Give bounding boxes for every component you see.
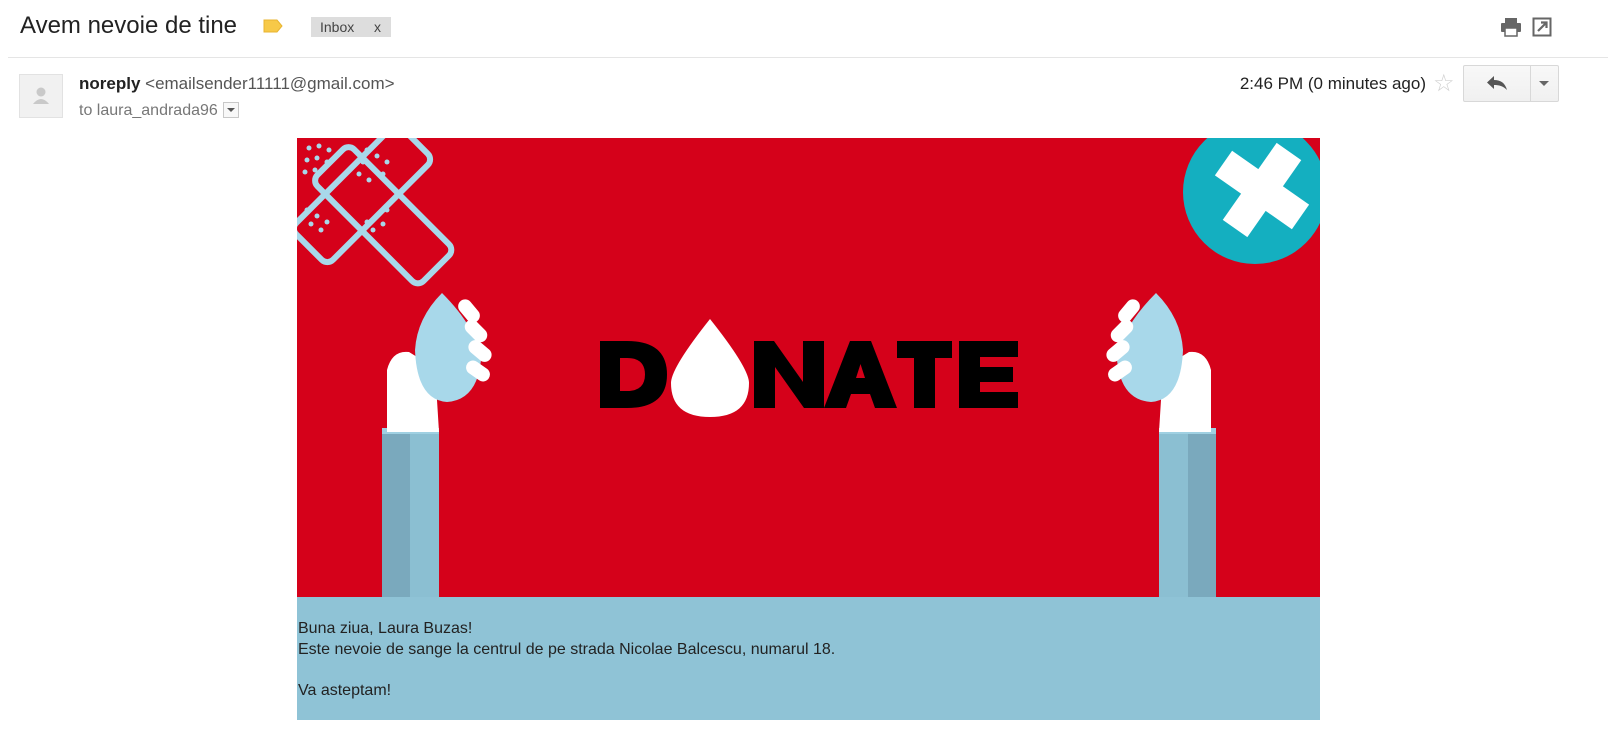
show-details-dropdown[interactable] [222, 101, 239, 118]
donate-banner-image [297, 138, 1320, 597]
sender-name[interactable]: noreply [79, 74, 140, 93]
printer-icon[interactable] [1500, 17, 1522, 37]
sender-avatar [19, 74, 63, 118]
inbox-label-text: Inbox [320, 19, 355, 35]
reply-button-group [1463, 65, 1559, 102]
donate-illustration [297, 138, 1320, 597]
body-text: Este nevoie de sange la centrul de pe st… [298, 640, 836, 658]
sender-line: noreply <emailsender11111@gmail.com> [79, 74, 395, 94]
subject-bar: Avem nevoie de tine Inbox x [0, 0, 1608, 56]
email-timestamp: 2:46 PM (0 minutes ago) [1239, 74, 1426, 93]
reply-button[interactable] [1464, 66, 1531, 101]
email-message-body: Buna ziua, Laura Buzas! Este nevoie de s… [297, 597, 1320, 720]
sender-email: <emailsender11111@gmail.com> [145, 74, 395, 93]
star-icon[interactable]: ☆ [1433, 72, 1455, 96]
closing-text: Va asteptam! [298, 681, 392, 699]
header-divider [8, 57, 1608, 58]
new-window-icon[interactable] [1532, 17, 1552, 37]
email-subject: Avem nevoie de tine [20, 12, 238, 39]
greeting-text: Buna ziua, Laura Buzas! [298, 620, 473, 637]
remove-label-button[interactable]: x [374, 17, 381, 37]
person-icon [33, 87, 49, 104]
label-tag-icon[interactable] [262, 18, 284, 34]
recipient-line: to laura_andrada96 [79, 101, 239, 120]
inbox-label-chip: Inbox x [311, 17, 391, 37]
reply-arrow-icon [1487, 76, 1507, 90]
recipient-text: to laura_andrada96 [79, 102, 218, 119]
more-options-button[interactable] [1530, 66, 1558, 101]
